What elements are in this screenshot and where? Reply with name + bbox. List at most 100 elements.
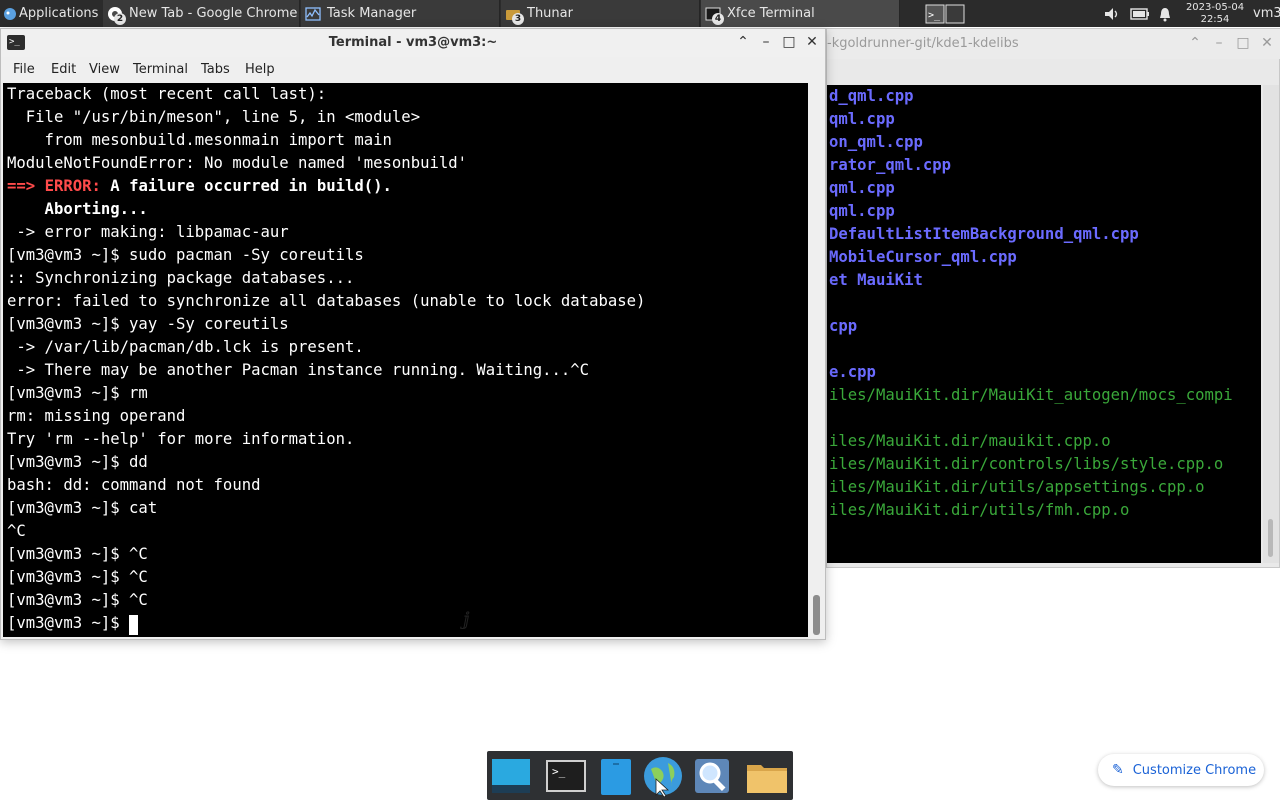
svg-text:>_: >_ — [928, 10, 941, 21]
task-xfce-terminal[interactable]: 4 Xfce Terminal — [701, 0, 900, 27]
task-task-manager[interactable]: Task Manager — [301, 0, 500, 27]
terminal-block-cursor — [129, 615, 139, 635]
background-terminal-output[interactable]: d_qml.cpp qml.cpp on_qml.cpp rator_qml.cpp q… — [827, 85, 1261, 563]
terminal-line: -> There may be another Pacman instance … — [7, 361, 590, 379]
menu-edit[interactable]: Edit — [51, 62, 76, 77]
close-icon[interactable]: ✕ — [1259, 35, 1275, 51]
menu-file[interactable]: File — [13, 62, 35, 77]
terminal-icon[interactable]: >_ — [545, 755, 589, 797]
pencil-icon: ✎ — [1112, 762, 1124, 778]
terminal-line: rm: missing operand — [7, 407, 186, 425]
volume-icon[interactable] — [1103, 0, 1123, 27]
minimize-icon[interactable]: – — [758, 34, 774, 50]
workspace-icon: >_ — [925, 4, 965, 23]
terminal-line: [vm3@vm3 ~]$ cat — [7, 499, 158, 517]
background-terminal-line: iles/MauiKit.dir/mauikit.cpp.o — [829, 432, 1111, 450]
terminal-line: -> /var/lib/pacman/db.lck is present. — [7, 338, 364, 356]
xfce-logo-icon — [3, 7, 17, 21]
background-terminal-line: e.cpp — [829, 363, 876, 381]
top-panel: Applications ≡ 2 New Tab - Google Chrome… — [0, 0, 1280, 27]
maximize-arrow-icon[interactable]: ⌃ — [1187, 35, 1203, 51]
background-terminal-line: iles/MauiKit.dir/controls/libs/style.cpp… — [829, 455, 1224, 473]
task-count-badge: 3 — [512, 12, 524, 25]
terminal-line: :: Synchronizing package databases... — [7, 269, 355, 287]
error-message: A failure occurred in build(). — [110, 177, 392, 195]
background-terminal-line: iles/MauiKit.dir/MauiKit_autogen/mocs_co… — [829, 386, 1233, 404]
terminal-error-line: ==> ERROR: A failure occurred in build()… — [7, 177, 392, 200]
terminal-line: Try 'rm --help' for more information. — [7, 430, 355, 448]
customize-chrome-label: Customize Chrome — [1132, 762, 1257, 778]
maximize-icon[interactable]: □ — [1235, 35, 1251, 51]
terminal-line: error: failed to synchronize all databas… — [7, 292, 646, 310]
applications-menu[interactable]: Applications ≡ — [0, 0, 100, 27]
task-chrome[interactable]: 2 New Tab - Google Chrome — [103, 0, 300, 27]
background-terminal-line: iles/MauiKit.dir/utils/appsettings.cpp.o — [829, 478, 1205, 496]
background-scrollbar[interactable] — [1263, 85, 1279, 563]
dock: >_ — [487, 751, 793, 800]
menu-help[interactable]: Help — [245, 62, 275, 77]
terminal-icon: 4 — [705, 6, 724, 25]
close-icon[interactable]: ✕ — [804, 34, 820, 50]
terminal-scrollbar[interactable] — [809, 83, 825, 637]
minimize-icon[interactable]: – — [1211, 35, 1227, 51]
applications-label: Applications — [19, 6, 99, 21]
terminal-line: ^C — [7, 522, 26, 540]
clock-date: 2023-05-04 — [1185, 1, 1245, 13]
terminal-line: [vm3@vm3 ~]$ rm — [7, 384, 148, 402]
scrollbar-thumb[interactable] — [1268, 519, 1273, 557]
customize-chrome-button[interactable]: ✎ Customize Chrome — [1098, 754, 1264, 786]
background-terminal-line: qml.cpp — [829, 110, 895, 128]
terminal-titlebar[interactable]: >_ Terminal - vm3@vm3:~ ⌃ – □ ✕ — [1, 29, 825, 57]
maximize-icon[interactable]: □ — [781, 34, 797, 50]
chrome-icon: 2 — [107, 6, 126, 25]
background-terminal-line: qml.cpp — [829, 179, 895, 197]
task-count-badge: 2 — [114, 12, 126, 25]
terminal-line: Traceback (most recent call last): — [7, 85, 327, 103]
error-arrow: ==> — [7, 177, 36, 195]
file-manager-icon[interactable] — [595, 755, 639, 797]
task-manager-icon — [305, 6, 321, 22]
scrollbar-thumb[interactable] — [813, 595, 820, 635]
task-label: Thunar — [527, 6, 573, 21]
background-window-title: -kgoldrunner-git/kde1-kdelibs — [827, 36, 1019, 51]
task-label: Xfce Terminal — [727, 6, 815, 21]
terminal-line: -> error making: libpamac-aur — [7, 223, 289, 241]
notifications-bell-icon[interactable] — [1157, 0, 1175, 27]
terminal-window[interactable]: >_ Terminal - vm3@vm3:~ ⌃ – □ ✕ File Edi… — [0, 28, 826, 640]
background-terminal-line: cpp — [829, 317, 858, 335]
terminal-window-title: Terminal - vm3@vm3:~ — [328, 35, 498, 50]
show-desktop-icon[interactable] — [489, 755, 533, 797]
terminal-line: [vm3@vm3 ~]$ — [7, 614, 130, 632]
app-finder-icon[interactable] — [691, 755, 735, 797]
user-menu[interactable]: vm3 — [1253, 0, 1280, 27]
clock[interactable]: 2023-05-04 22:54 — [1183, 0, 1247, 27]
terminal-line: [vm3@vm3 ~]$ ^C — [7, 545, 148, 563]
terminal-line: [vm3@vm3 ~]$ sudo pacman -Sy coreutils — [7, 246, 364, 264]
thunar-icon: 3 — [505, 6, 524, 25]
background-window-titlebar[interactable]: -kgoldrunner-git/kde1-kdelibs ⌃ – □ ✕ — [827, 29, 1280, 59]
task-label: Task Manager — [327, 6, 417, 21]
workspace-switcher[interactable]: >_ — [925, 0, 967, 27]
task-label: New Tab - Google Chrome — [129, 6, 298, 21]
error-label: ERROR: — [44, 177, 101, 195]
background-terminal-line: DefaultListItemBackground_qml.cpp — [829, 225, 1139, 243]
menu-terminal[interactable]: Terminal — [133, 62, 188, 77]
terminal-line: [vm3@vm3 ~]$ yay -Sy coreutils — [7, 315, 289, 333]
battery-icon[interactable] — [1130, 0, 1152, 27]
task-thunar[interactable]: 3 Thunar — [501, 0, 700, 27]
web-browser-icon[interactable] — [642, 755, 686, 798]
terminal-line: Aborting... — [7, 200, 148, 218]
terminal-line: ModuleNotFoundError: No module named 'me… — [7, 154, 468, 172]
terminal-output[interactable]: Traceback (most recent call last): File … — [3, 83, 808, 637]
shade-up-icon[interactable]: ⌃ — [735, 34, 751, 50]
home-folder-icon[interactable] — [745, 755, 789, 797]
terminal-line: [vm3@vm3 ~]$ ^C — [7, 568, 148, 586]
text-cursor-icon: ⅉ — [463, 609, 470, 630]
background-terminal-line: et MauiKit — [829, 271, 923, 289]
background-terminal-line: rator_qml.cpp — [829, 156, 952, 174]
terminal-line: bash: dd: command not found — [7, 476, 261, 494]
menu-tabs[interactable]: Tabs — [201, 62, 230, 77]
terminal-line: [vm3@vm3 ~]$ ^C — [7, 591, 148, 609]
background-terminal-window[interactable]: -kgoldrunner-git/kde1-kdelibs ⌃ – □ ✕ d_… — [826, 28, 1280, 568]
menu-view[interactable]: View — [89, 62, 120, 77]
